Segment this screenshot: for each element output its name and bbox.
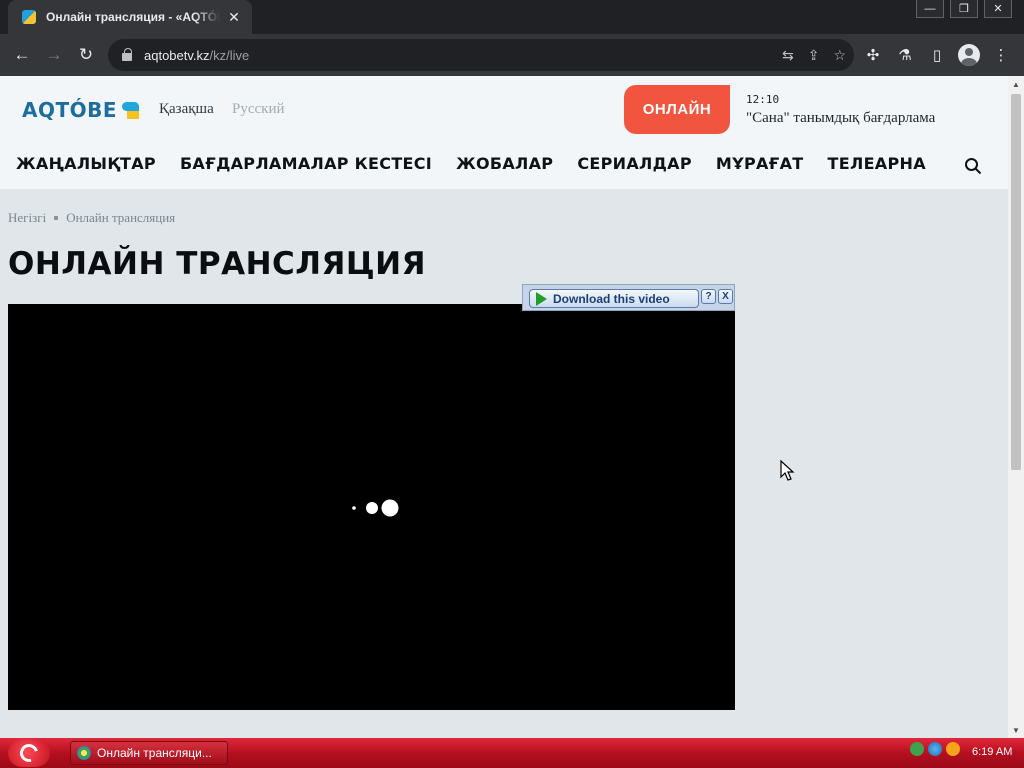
chrome-icon [77,746,91,760]
url-host: aqtobetv.kz [144,47,210,63]
nav-item-schedule[interactable]: БАҒДАРЛАМАЛАР КЕСТЕСІ [180,154,432,178]
browser-toolbar: ← → ↻ aqtobetv.kz/kz/live ⇆ ⇪ ☆ ✣ ⚗ ▯ ⋮ [0,34,1024,76]
download-video-button[interactable]: Download this video [529,289,699,308]
now-playing-time: 12:10 [746,93,780,106]
windows-taskbar: Онлайн трансляци... 6:19 AM [0,738,1024,768]
page-scrollbar[interactable]: ▲ ▼ [1008,76,1024,738]
browser-tab[interactable]: Онлайн трансляция - «AQTÓBE ✕ [8,0,252,34]
nav-item-series[interactable]: СЕРИАЛДАР [577,154,692,178]
breadcrumb-current: Онлайн трансляция [66,210,176,225]
labs-flask-icon[interactable]: ⚗ [894,46,916,64]
site-header: AQTÓBE Қазақша Русский ОНЛАЙН 12:10 "Сан… [0,76,1008,189]
back-button[interactable]: ← [6,39,38,71]
tab-title: Онлайн трансляция - «AQTÓBE [46,10,220,24]
mouse-cursor-icon [780,460,795,481]
tray-search-icon[interactable] [946,742,960,756]
tab-close-icon[interactable]: ✕ [226,9,242,26]
language-russian[interactable]: Русский [232,101,285,118]
side-panel-icon[interactable]: ▯ [926,46,948,64]
nav-item-news[interactable]: ЖАҢАЛЫҚТАР [16,154,156,178]
logo-mark-icon [122,101,140,119]
browser-titlebar: Онлайн трансляция - «AQTÓBE ✕ — ❐ ✕ [0,0,1024,34]
breadcrumb-home[interactable]: Негізгі [8,210,46,226]
taskbar-item-label: Онлайн трансляци... [97,746,212,760]
extensions-icon[interactable]: ✣ [862,46,884,64]
nav-item-projects[interactable]: ЖОБАЛАР [456,154,553,178]
translate-icon[interactable]: ⇆ [782,47,794,64]
loading-spinner-icon [352,499,399,517]
logo-text: AQTÓBE [22,98,118,122]
main-navigation: ЖАҢАЛЫҚТАР БАҒДАРЛАМАЛАР КЕСТЕСІ ЖОБАЛАР… [16,154,926,178]
now-playing-title[interactable]: "Сана" танымдық бағдарлама [746,110,935,127]
omnibox-actions: ⇆ ⇪ ☆ [782,39,846,71]
nav-item-archive[interactable]: МҰРАҒАТ [716,154,804,178]
profile-avatar[interactable] [958,44,980,66]
forward-button[interactable]: → [38,39,70,71]
crescent-icon [16,740,42,766]
bookmark-star-icon[interactable]: ☆ [833,47,846,64]
tray-globe-icon[interactable] [928,742,942,756]
scroll-up-arrow-icon[interactable]: ▲ [1008,76,1024,92]
download-help-button[interactable]: ? [701,289,716,304]
menu-kebab-icon[interactable]: ⋮ [990,46,1012,64]
nav-item-channel[interactable]: ТЕЛЕАРНА [828,154,926,178]
scroll-thumb[interactable] [1011,94,1021,470]
download-close-button[interactable]: X [718,289,733,304]
share-icon[interactable]: ⇪ [808,47,820,64]
language-kazakh[interactable]: Қазақша [159,101,214,118]
tray-network-icon[interactable] [910,742,924,756]
taskbar-browser-item[interactable]: Онлайн трансляци... [70,741,228,765]
breadcrumb: Негізгі Онлайн трансляция [8,210,175,226]
video-player[interactable] [8,304,735,710]
scroll-down-arrow-icon[interactable]: ▼ [1008,722,1024,738]
page-title: ОНЛАЙН ТРАНСЛЯЦИЯ [8,246,426,282]
site-favicon-icon [22,10,36,24]
download-video-label: Download this video [553,291,670,306]
taskbar-clock[interactable]: 6:19 AM [972,746,1012,758]
lock-icon[interactable] [122,48,132,61]
minimize-button[interactable]: — [916,0,944,18]
restore-button[interactable]: ❐ [950,0,978,18]
download-video-bar: Download this video ? X [522,284,735,311]
system-tray [910,742,960,756]
start-button[interactable] [8,739,50,767]
site-logo[interactable]: AQTÓBE [22,98,140,122]
page-viewport: AQTÓBE Қазақша Русский ОНЛАЙН 12:10 "Сан… [0,76,1008,738]
url-path: /kz/live [209,47,250,63]
search-icon[interactable] [964,157,982,175]
window-controls: — ❐ ✕ [910,0,1012,18]
play-arrow-icon [536,291,547,306]
close-window-button[interactable]: ✕ [984,0,1012,18]
url-text: aqtobetv.kz/kz/live [144,48,249,63]
address-bar[interactable]: aqtobetv.kz/kz/live ⇆ ⇪ ☆ [108,39,854,71]
breadcrumb-separator [54,216,59,220]
browser-actions: ✣ ⚗ ▯ ⋮ [862,34,1012,76]
online-button[interactable]: ОНЛАЙН [624,85,730,134]
reload-button[interactable]: ↻ [70,39,102,71]
